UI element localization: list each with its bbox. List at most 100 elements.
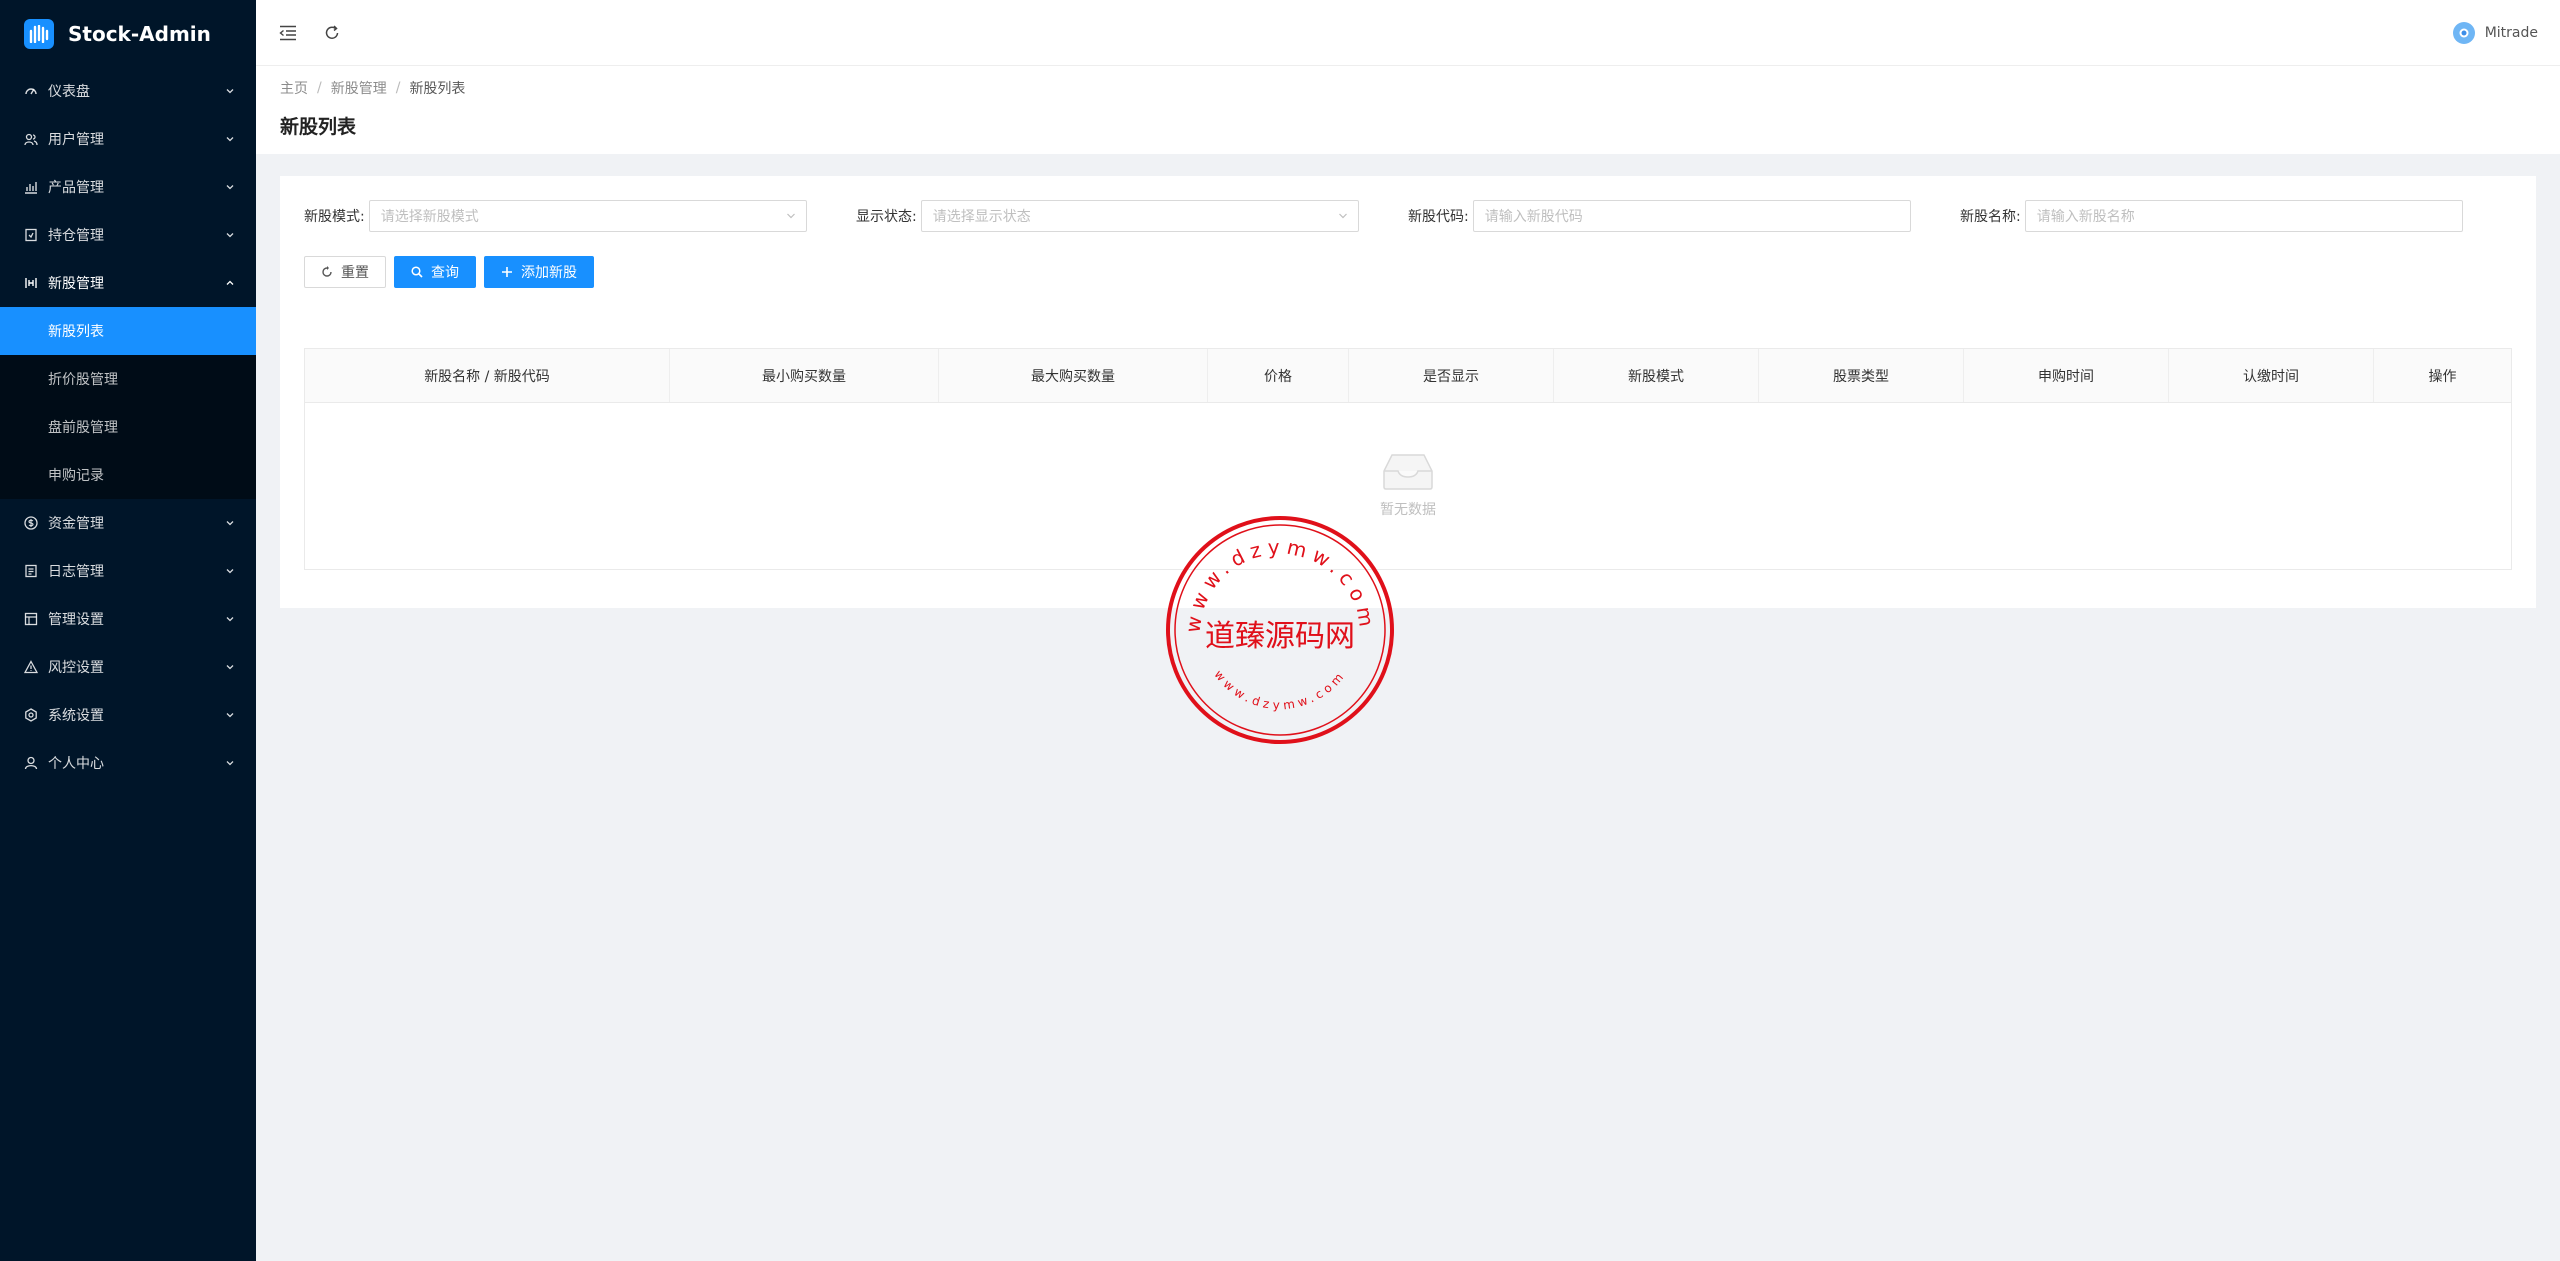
filter-mode-label: 新股模式: — [304, 209, 365, 225]
reset-button-label: 重置 — [341, 265, 369, 281]
column-header: 新股模式 — [1554, 349, 1759, 402]
ipo-name-placeholder: 请输入新股名称 — [2036, 209, 2135, 225]
logo-icon — [24, 18, 54, 49]
holding-icon — [24, 228, 38, 242]
chevron-down-icon — [786, 213, 795, 219]
logo[interactable]: Stock-Admin — [0, 0, 256, 67]
column-header: 申购时间 — [1964, 349, 2169, 402]
sidebar-item-admin-settings[interactable]: 管理设置 — [0, 595, 256, 643]
add-ipo-button-label: 添加新股 — [521, 265, 577, 281]
stamp-bottom-text: www.dzymw.com — [1211, 667, 1344, 712]
user-menu[interactable]: Mitrade — [2452, 21, 2538, 44]
chevron-down-icon — [226, 89, 234, 94]
display-status-placeholder: 请选择显示状态 — [932, 209, 1031, 225]
sidebar-item-risk-settings[interactable]: 风控设置 — [0, 643, 256, 691]
filter-code-group: 新股代码: 请输入新股代码 — [1408, 200, 1960, 232]
page-title: 新股列表 — [280, 116, 357, 138]
sidebar-subitem-discount-stock[interactable]: 折价股管理 — [0, 355, 256, 403]
sidebar-item-personal-center[interactable]: 个人中心 — [0, 739, 256, 787]
menu-fold-icon[interactable] — [278, 23, 298, 43]
sidebar-item-label: 资金管理 — [48, 516, 104, 532]
ipo-code-input[interactable]: 请输入新股代码 — [1472, 200, 1911, 232]
sidebar-item-funds[interactable]: 资金管理 — [0, 499, 256, 547]
content-card: 新股模式: 请选择新股模式 显示状态: 请选择显示状态 新股代码: 请输入新股代… — [280, 176, 2536, 608]
column-header: 最大购买数量 — [939, 349, 1208, 402]
column-header: 操作 — [2428, 368, 2457, 385]
empty-inbox-icon — [1383, 454, 1433, 490]
ipo-mode-select[interactable]: 请选择新股模式 — [368, 200, 807, 232]
ipo-mode-placeholder: 请选择新股模式 — [380, 209, 479, 225]
filter-status-group: 显示状态: 请选择显示状态 — [856, 200, 1408, 232]
breadcrumb: 主页 / 新股管理 / 新股列表 — [280, 78, 2536, 98]
plus-icon — [502, 267, 512, 277]
sidebar: Stock-Admin 仪表盘 用户管理 产品管理 持仓管理 新股管理 新股列表… — [0, 0, 256, 1261]
chevron-down-icon — [1338, 213, 1347, 219]
add-ipo-button[interactable]: 添加新股 — [484, 256, 594, 288]
sidebar-item-label: 仪表盘 — [48, 84, 90, 100]
filter-name-group: 新股名称: 请输入新股名称 — [1960, 200, 2512, 232]
sidebar-item-holdings[interactable]: 持仓管理 — [0, 211, 256, 259]
app-title: Stock-Admin — [68, 21, 211, 46]
sidebar-subitem-premarket-stock[interactable]: 盘前股管理 — [0, 403, 256, 451]
reset-button[interactable]: 重置 — [304, 256, 386, 288]
chevron-down-icon — [226, 617, 234, 622]
chevron-down-icon — [226, 761, 234, 766]
svg-text:www.dzymw.com: www.dzymw.com — [1211, 667, 1348, 712]
dashboard-icon — [24, 84, 38, 98]
warning-icon — [24, 660, 38, 674]
query-button[interactable]: 查询 — [394, 256, 476, 288]
query-button-label: 查询 — [431, 265, 459, 281]
user-icon — [24, 756, 38, 770]
sidebar-item-label: 用户管理 — [48, 132, 104, 148]
sidebar-subitem-subscription-records[interactable]: 申购记录 — [0, 451, 256, 499]
chevron-down-icon — [226, 185, 234, 190]
ipo-code-placeholder: 请输入新股代码 — [1484, 209, 1583, 225]
ipo-name-input[interactable]: 请输入新股名称 — [2024, 200, 2463, 232]
column-header: 股票类型 — [1759, 349, 1964, 402]
log-icon — [24, 564, 38, 578]
top-header: Mitrade — [256, 0, 2560, 66]
display-status-select[interactable]: 请选择显示状态 — [920, 200, 1359, 232]
search-icon — [411, 266, 423, 278]
sidebar-item-label: 新股管理 — [48, 276, 104, 292]
filter-bar: 新股模式: 请选择新股模式 显示状态: 请选择显示状态 新股代码: 请输入新股代… — [304, 200, 2512, 232]
sidebar-item-products[interactable]: 产品管理 — [0, 163, 256, 211]
sidebar-item-system-settings[interactable]: 系统设置 — [0, 691, 256, 739]
chevron-down-icon — [226, 665, 234, 670]
breadcrumb-ipo-management[interactable]: 新股管理 — [331, 78, 387, 98]
sidebar-menu: 仪表盘 用户管理 产品管理 持仓管理 新股管理 新股列表 折价股管理 盘前股管理 — [0, 67, 256, 787]
column-header: 新股名称 / 新股代码 — [305, 349, 670, 402]
chevron-down-icon — [226, 569, 234, 574]
ipo-icon — [24, 276, 38, 290]
sidebar-item-ipo[interactable]: 新股管理 — [0, 259, 256, 307]
ipo-submenu: 新股列表 折价股管理 盘前股管理 申购记录 — [0, 307, 256, 499]
ipo-table: 新股名称 / 新股代码 最小购买数量 最大购买数量 价格 是否显示 新股模式 股… — [304, 348, 2512, 570]
chevron-up-icon — [226, 280, 234, 285]
user-name: Mitrade — [2484, 24, 2538, 41]
sidebar-item-label: 个人中心 — [48, 756, 104, 772]
sidebar-item-label: 管理设置 — [48, 612, 104, 628]
sidebar-item-dashboard[interactable]: 仪表盘 — [0, 67, 256, 115]
watermark-stamp: www.dzymw.com 道臻源码网 www.dzymw.com — [1166, 516, 1394, 744]
refresh-icon[interactable] — [322, 23, 342, 43]
table-body-empty: 暂无数据 — [305, 403, 2511, 569]
breadcrumb-separator: / — [395, 80, 401, 96]
chevron-down-icon — [226, 137, 234, 142]
sidebar-subitem-ipo-list[interactable]: 新股列表 — [0, 307, 256, 355]
column-header: 认缴时间 — [2169, 349, 2374, 402]
filter-status-label: 显示状态: — [856, 209, 917, 225]
column-header: 最小购买数量 — [670, 349, 939, 402]
dollar-icon — [24, 516, 38, 530]
breadcrumb-home[interactable]: 主页 — [280, 78, 308, 98]
admin-icon — [24, 612, 38, 626]
filter-code-label: 新股代码: — [1408, 209, 1469, 225]
chart-icon — [24, 180, 38, 194]
stamp-title: 道臻源码网 — [1205, 619, 1355, 654]
chevron-down-icon — [226, 713, 234, 718]
reset-icon — [322, 266, 332, 277]
sidebar-item-logs[interactable]: 日志管理 — [0, 547, 256, 595]
page-header: 主页 / 新股管理 / 新股列表 新股列表 — [256, 66, 2560, 154]
column-header: 是否显示 — [1349, 349, 1554, 402]
sidebar-item-users[interactable]: 用户管理 — [0, 115, 256, 163]
filter-mode-group: 新股模式: 请选择新股模式 — [304, 200, 856, 232]
